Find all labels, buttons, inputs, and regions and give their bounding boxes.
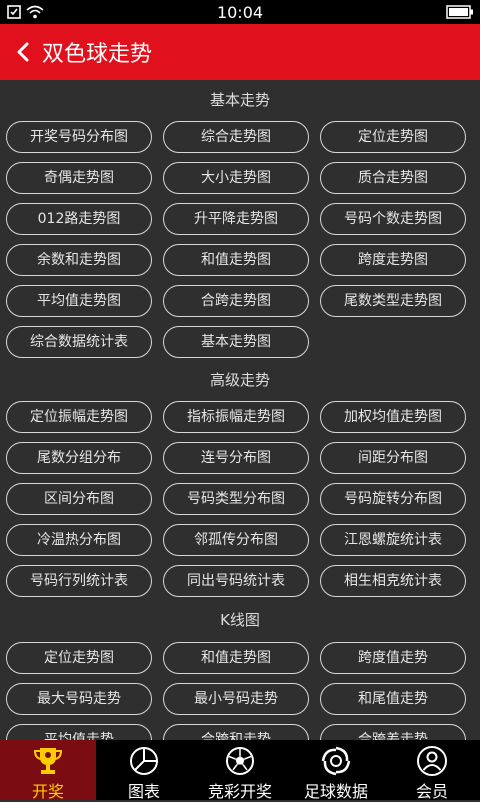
tab-charts[interactable]: 图表 [96, 740, 192, 801]
chart-link[interactable]: 和值走势图 [163, 244, 309, 276]
chart-link[interactable]: 合跨和走势 [163, 724, 309, 740]
tab-football-data[interactable]: 足球数据 [288, 740, 384, 801]
chart-link[interactable]: 尾数类型走势图 [320, 285, 466, 317]
chart-link[interactable]: 升平降走势图 [163, 203, 309, 235]
tab-label: 竞彩开奖 [207, 782, 272, 801]
battery-icon [446, 5, 473, 19]
tab-sports-lottery-results[interactable]: 竞彩开奖 [192, 740, 288, 801]
chart-link[interactable]: 区间分布图 [6, 483, 152, 515]
soccer-ball-icon [226, 747, 254, 775]
tab-label: 会员 [415, 782, 448, 801]
chart-link[interactable]: 加权均值走势图 [320, 401, 466, 433]
chart-link[interactable]: 冷温热分布图 [6, 524, 152, 556]
chart-link[interactable]: 合跨走势图 [163, 285, 309, 317]
tab-lottery-results[interactable]: 开奖 [0, 740, 96, 801]
section-title-advanced: 高级走势 [209, 371, 270, 389]
chart-link[interactable]: 跨度值走势 [320, 642, 466, 674]
pie-chart-icon [130, 747, 158, 775]
chart-link[interactable]: 合跨差走势 [320, 724, 466, 740]
chart-link[interactable]: 号码类型分布图 [163, 483, 309, 515]
back-arrow-icon[interactable] [10, 38, 38, 66]
chart-link[interactable]: 号码行列统计表 [6, 565, 152, 597]
chart-link[interactable]: 间距分布图 [320, 442, 466, 474]
trophy-icon [33, 748, 63, 774]
chart-link[interactable]: 综合走势图 [163, 121, 309, 153]
chart-link[interactable]: 平均值走势图 [6, 285, 152, 317]
chart-link[interactable]: 连号分布图 [163, 442, 309, 474]
app-bar: 双色球走势 [0, 24, 480, 80]
chart-link[interactable]: 跨度走势图 [320, 244, 466, 276]
chart-link[interactable]: 平均值走势 [6, 724, 152, 740]
chart-link[interactable]: 邻孤传分布图 [163, 524, 309, 556]
bottom-tab-bar: 开奖 图表 竞彩开奖 足球数据 会员 [0, 740, 480, 801]
tab-label: 图表 [127, 782, 160, 801]
chart-link[interactable]: 奇偶走势图 [6, 162, 152, 194]
chart-link[interactable]: 尾数分组分布 [6, 442, 152, 474]
chart-link[interactable]: 开奖号码分布图 [6, 121, 152, 153]
section-title-basic: 基本走势 [209, 91, 270, 109]
swirl-icon [321, 746, 351, 776]
chart-link[interactable]: 和值走势图 [163, 642, 309, 674]
tab-membership[interactable]: 会员 [384, 740, 480, 801]
chart-link[interactable]: 基本走势图 [163, 326, 309, 358]
page-title: 双色球走势 [42, 42, 153, 67]
tab-label: 开奖 [31, 782, 64, 801]
chart-link[interactable]: 同出号码统计表 [163, 565, 309, 597]
chart-link[interactable]: 指标振幅走势图 [163, 401, 309, 433]
user-icon [417, 746, 447, 776]
chart-link[interactable]: 相生相克统计表 [320, 565, 466, 597]
status-bar: 10:04 [0, 0, 480, 24]
chart-link[interactable]: 江恩螺旋统计表 [320, 524, 466, 556]
chart-link[interactable]: 余数和走势图 [6, 244, 152, 276]
section-title-kline: K线图 [220, 611, 260, 629]
chart-link[interactable]: 定位振幅走势图 [6, 401, 152, 433]
chart-list[interactable]: 基本走势 开奖号码分布图 综合走势图 定位走势图 奇偶走势图 大小走势图 质合走… [0, 80, 480, 740]
chart-link[interactable]: 最小号码走势 [163, 683, 309, 715]
chart-link[interactable]: 和尾值走势 [320, 683, 466, 715]
chart-link[interactable]: 质合走势图 [320, 162, 466, 194]
chart-link[interactable]: 号码旋转分布图 [320, 483, 466, 515]
chart-link[interactable]: 综合数据统计表 [6, 326, 152, 358]
chart-link[interactable]: 号码个数走势图 [320, 203, 466, 235]
clock: 10:04 [216, 3, 264, 22]
chart-link[interactable]: 大小走势图 [163, 162, 309, 194]
chart-link[interactable]: 定位走势图 [6, 642, 152, 674]
chart-link[interactable]: 012路走势图 [6, 203, 152, 235]
chart-link[interactable]: 定位走势图 [320, 121, 466, 153]
tab-label: 足球数据 [303, 782, 368, 801]
chart-link[interactable]: 最大号码走势 [6, 683, 152, 715]
